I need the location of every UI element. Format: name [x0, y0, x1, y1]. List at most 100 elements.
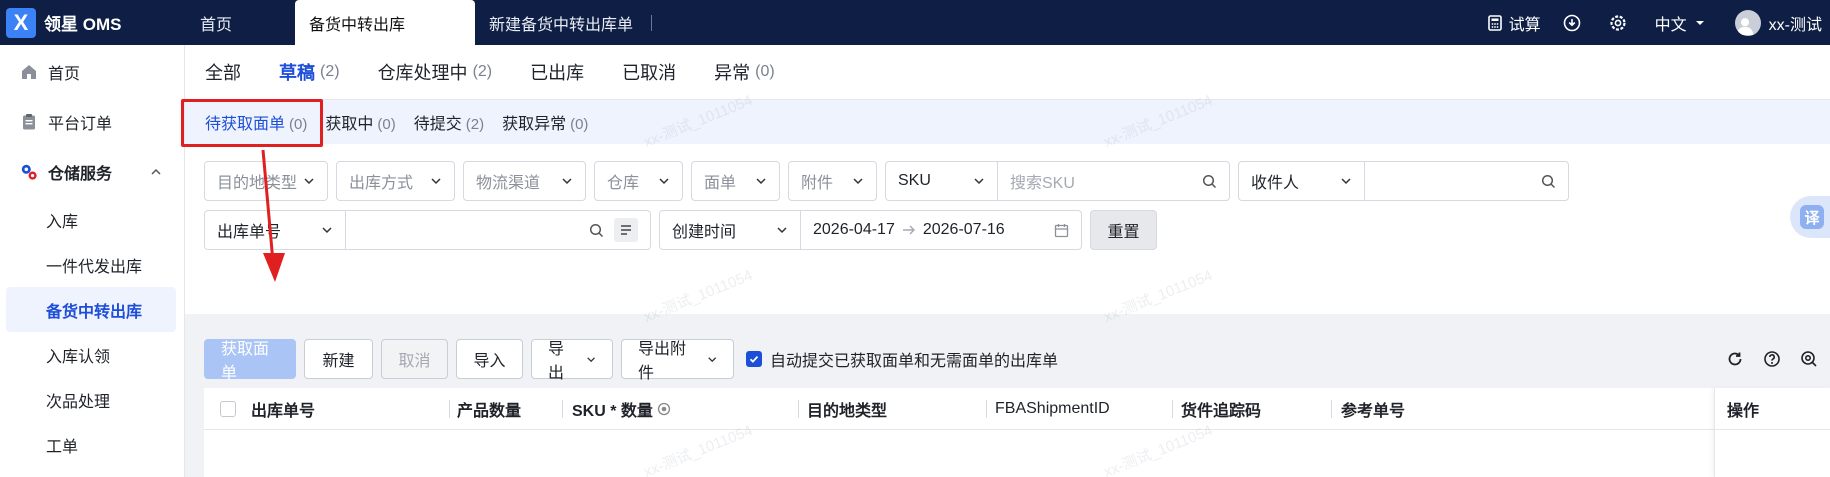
- outbound-method-select[interactable]: 出库方式: [336, 161, 455, 201]
- sidebar-sub-dropship-outbound[interactable]: 一件代发出库: [0, 242, 184, 287]
- col-fba-shipment-id[interactable]: FBAShipmentID: [995, 388, 1110, 430]
- tab-warehouse-processing[interactable]: 仓库处理中 (2): [378, 45, 493, 100]
- subtab-label: 待提交: [413, 116, 462, 133]
- logo-icon: X: [6, 7, 36, 38]
- fetch-label-button[interactable]: 获取面单: [204, 339, 296, 382]
- search-icon[interactable]: [1202, 174, 1217, 189]
- chevron-down-icon: [587, 356, 595, 362]
- sidebar-sub-work-order[interactable]: 工单: [0, 422, 184, 467]
- order-no-type-select[interactable]: 出库单号: [205, 211, 345, 249]
- time-type-select[interactable]: 创建时间: [660, 211, 800, 249]
- action-toolbar: 获取面单 新建 取消 导入 导出 导出附件 自动提交已获取面单和无需面单的出库单: [185, 329, 1830, 389]
- warehouse-select[interactable]: 仓库: [594, 161, 683, 201]
- attachment-select[interactable]: 附件: [788, 161, 877, 201]
- batch-input-button[interactable]: [614, 218, 638, 242]
- sidebar-item-platform-orders[interactable]: 平台订单: [0, 97, 184, 147]
- order-no-search-input[interactable]: [345, 211, 650, 249]
- select-all-checkbox[interactable]: [220, 388, 236, 430]
- sidebar-item-home[interactable]: 首页: [0, 47, 184, 97]
- sidebar-sub-inbound[interactable]: 入库: [0, 197, 184, 242]
- top-tab-home[interactable]: 首页: [185, 0, 295, 45]
- top-tab-new-transfer-order[interactable]: 新建备货中转出库单: [475, 0, 647, 45]
- auto-submit-checkbox[interactable]: 自动提交已获取面单和无需面单的出库单: [746, 347, 1058, 371]
- tab-exception[interactable]: 异常 (0): [714, 45, 775, 100]
- tab-label: 异常: [714, 63, 751, 83]
- search-icon[interactable]: [589, 223, 604, 238]
- list-icon: [621, 225, 631, 235]
- reset-button[interactable]: 重置: [1090, 210, 1157, 250]
- col-sku-qty[interactable]: SKU * 数量: [572, 388, 671, 430]
- subtab-fetching[interactable]: 获取中 (0): [325, 110, 395, 134]
- col-divider: [449, 400, 450, 418]
- new-button[interactable]: 新建: [304, 339, 373, 379]
- col-divider: [1331, 400, 1332, 418]
- select-placeholder: 面单: [704, 175, 737, 192]
- tab-all[interactable]: 全部: [205, 45, 241, 100]
- sidebar-group-warehouse[interactable]: 仓储服务: [0, 147, 184, 197]
- sidebar-sub-inbound-claim[interactable]: 入库认领: [0, 332, 184, 377]
- sku-type-select[interactable]: SKU: [886, 162, 997, 200]
- export-attachment-button[interactable]: 导出附件: [621, 339, 734, 382]
- brand[interactable]: X 领星 OMS: [0, 0, 185, 45]
- destination-type-select[interactable]: 目的地类型: [204, 161, 328, 201]
- chevron-down-icon: [322, 227, 332, 234]
- chevron-down-icon: [562, 178, 572, 185]
- date-range-picker[interactable]: 2026-04-17 2026-07-16: [800, 211, 1081, 249]
- column-settings-icon[interactable]: [1800, 350, 1818, 368]
- cancel-button[interactable]: 取消: [381, 339, 448, 379]
- subtab-fetch-error[interactable]: 获取异常 (0): [502, 110, 588, 134]
- search-icon[interactable]: [1541, 174, 1556, 189]
- col-reference-no[interactable]: 参考单号: [1341, 388, 1405, 430]
- date-range-combo: 创建时间 2026-04-17 2026-07-16: [659, 210, 1082, 250]
- toolbar-icons: [1726, 329, 1830, 389]
- main-content: 全部 草稿 (2) 仓库处理中 (2) 已出库 已取消 异常 (0) 待获取面单 (0)…: [185, 45, 1830, 477]
- subtab-count: (0): [377, 116, 396, 133]
- select-value: 创建时间: [672, 224, 737, 241]
- col-product-qty[interactable]: 产品数量: [457, 388, 521, 430]
- caret-down-icon: [1695, 20, 1704, 25]
- table-header: 出库单号 产品数量 SKU * 数量 目的地类型 FBAShipmentID 货…: [204, 388, 1830, 430]
- recipient-type-select[interactable]: 收件人: [1239, 162, 1364, 200]
- checkbox-checked[interactable]: [746, 351, 762, 367]
- user-icon: [1736, 17, 1753, 35]
- settings-button[interactable]: [1609, 14, 1633, 32]
- target-icon[interactable]: [657, 402, 671, 416]
- language-select[interactable]: 中文: [1655, 11, 1713, 35]
- user-menu[interactable]: xx-测试: [1734, 9, 1822, 36]
- help-icon[interactable]: [1763, 350, 1781, 368]
- calculator-icon: [1487, 14, 1502, 31]
- select-placeholder: 仓库: [607, 175, 640, 192]
- import-button[interactable]: 导入: [456, 339, 523, 379]
- input-placeholder: 搜索SKU: [1010, 175, 1075, 192]
- gear-icon: [1610, 14, 1626, 31]
- col-actions: 操作: [1715, 388, 1830, 430]
- tab-cancelled[interactable]: 已取消: [622, 45, 676, 100]
- col-order-no[interactable]: 出库单号: [251, 388, 315, 430]
- check-icon: [749, 355, 759, 363]
- refresh-icon[interactable]: [1726, 350, 1744, 368]
- download-button[interactable]: [1563, 14, 1587, 32]
- recipient-search-input[interactable]: [1364, 162, 1568, 200]
- label-select[interactable]: 面单: [691, 161, 780, 201]
- filter-panel: 目的地类型 出库方式 物流渠道 仓库 面单 附件 SKU 搜索SKU 收件人 出…: [185, 144, 1830, 314]
- trial-calc-button[interactable]: 试算: [1487, 11, 1541, 35]
- subtab-pending-submit[interactable]: 待提交 (2): [414, 110, 484, 134]
- col-destination-type[interactable]: 目的地类型: [807, 388, 887, 430]
- language-label: 中文: [1654, 16, 1687, 34]
- subtab-count: (2): [465, 116, 485, 133]
- tab-label: 全部: [205, 63, 241, 83]
- export-button[interactable]: 导出: [531, 339, 613, 382]
- tab-count: (0): [755, 63, 775, 80]
- col-tracking-code[interactable]: 货件追踪码: [1181, 388, 1261, 430]
- sidebar-sub-defective[interactable]: 次品处理: [0, 377, 184, 422]
- sku-search-input[interactable]: 搜索SKU: [997, 162, 1229, 200]
- tab-label: 已出库: [530, 63, 585, 83]
- tab-draft[interactable]: 草稿 (2): [279, 45, 340, 100]
- tab-shipped[interactable]: 已出库: [530, 45, 584, 100]
- sidebar-sub-transfer-outbound[interactable]: 备货中转出库: [6, 287, 176, 332]
- clipboard-icon: [20, 113, 38, 131]
- top-tab-transfer-outbound[interactable]: 备货中转出库: [295, 0, 475, 45]
- checkbox[interactable]: [220, 401, 236, 417]
- logistics-channel-select[interactable]: 物流渠道: [463, 161, 586, 201]
- translate-button[interactable]: 译: [1790, 196, 1830, 238]
